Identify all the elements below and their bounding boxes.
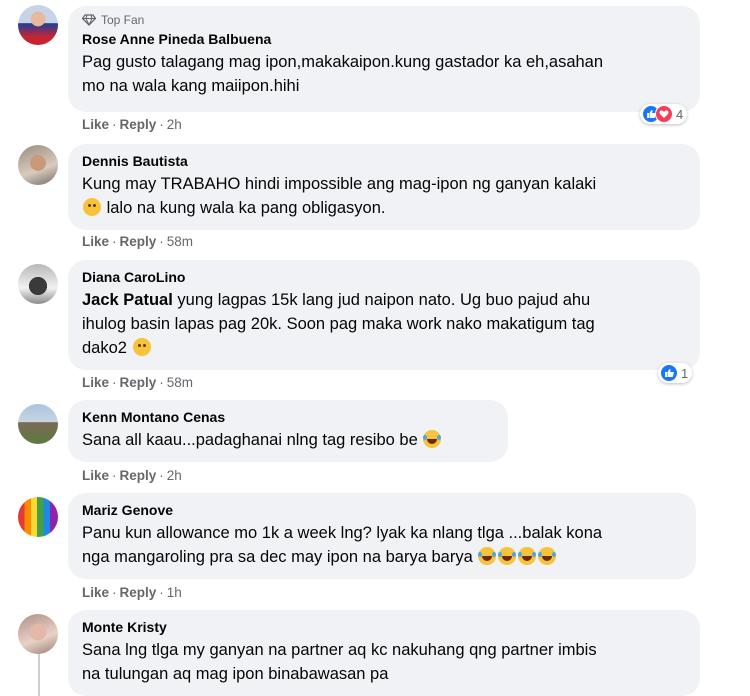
comment-bubble: Kenn Montano Cenas Sana all kaau...padag… (68, 400, 508, 462)
comment-bubble: Top Fan Rose Anne Pineda Balbuena Pag gu… (68, 6, 700, 112)
comment-text: Panu kun allowance mo 1k a week lng? lya… (82, 521, 682, 569)
comment-timestamp[interactable]: 1h (167, 585, 182, 600)
like-button[interactable]: Like (82, 468, 109, 483)
avatar[interactable] (18, 264, 58, 304)
comment-text-line: Sana all kaau...padaghanai nlng tag resi… (82, 428, 494, 452)
reply-button[interactable]: Reply (120, 234, 157, 249)
comment-text-line: dako2 (82, 336, 686, 360)
comment-text: Sana lng tlga my ganyan na partner aq kc… (82, 638, 686, 686)
reply-button[interactable]: Reply (120, 117, 157, 132)
comment-text-line: mo na wala kang maiipon.hihi (82, 77, 300, 95)
comment-bubble: Mariz Genove Panu kun allowance mo 1k a … (68, 493, 696, 579)
like-button[interactable]: Like (82, 375, 109, 390)
comment-text-line: na tulungan aq mag ipon binabawasan pa (82, 665, 389, 683)
comment-text-line: Pag gusto talagang mag ipon,makakaipon.k… (82, 53, 604, 71)
laughing-tears-icon (518, 547, 537, 565)
comment-text: Sana all kaau...padaghanai nlng tag resi… (82, 428, 494, 452)
laughing-tears-icon (538, 547, 557, 565)
separator: · (112, 375, 117, 390)
avatar[interactable] (18, 145, 58, 185)
comment-author[interactable]: Dennis Bautista (82, 152, 686, 170)
comment-bubble: Diana CaroLino Jack Patual yung lagpas 1… (68, 260, 700, 370)
comment-text: Jack Patual yung lagpas 15k lang jud nai… (82, 288, 686, 360)
comment-author[interactable]: Rose Anne Pineda Balbuena (82, 30, 686, 48)
comment-bubble: Monte Kristy Sana lng tlga my ganyan na … (68, 610, 700, 696)
separator: · (159, 585, 164, 600)
comment-text-line: Jack Patual yung lagpas 15k lang jud nai… (82, 288, 686, 312)
laughing-tears-icon (498, 547, 517, 565)
comment-actions: Like · Reply · 58m (82, 234, 193, 249)
reply-button[interactable]: Reply (120, 375, 157, 390)
comment-text-line: Panu kun allowance mo 1k a week lng? lya… (82, 524, 603, 542)
comment-actions: Like · Reply · 2h (82, 117, 182, 132)
love-icon (655, 105, 673, 123)
separator: · (159, 234, 164, 249)
like-button[interactable]: Like (82, 585, 109, 600)
mention-link[interactable]: Jack Patual (82, 291, 173, 309)
comment-text-line: Sana lng tlga my ganyan na partner aq kc… (82, 641, 597, 659)
comment-text: Pag gusto talagang mag ipon,makakaipon.k… (82, 50, 686, 98)
comment-timestamp[interactable]: 2h (167, 117, 182, 132)
comment-text-fragment: Sana all kaau...padaghanai nlng tag resi… (82, 431, 418, 449)
comment-actions: Like · Reply · 2h (82, 468, 182, 483)
comment-author[interactable]: Diana CaroLino (82, 268, 686, 286)
comment-actions: Like · Reply · 1h (82, 585, 182, 600)
comment-text-fragment: dako2 (82, 339, 127, 357)
comment-actions: Like · Reply · 58m (82, 375, 193, 390)
like-button[interactable]: Like (82, 234, 109, 249)
avatar[interactable] (18, 5, 58, 45)
avatar[interactable] (18, 404, 58, 444)
separator: · (112, 585, 117, 600)
laughing-tears-icon (423, 430, 442, 448)
diamond-icon (82, 14, 96, 26)
comment-timestamp[interactable]: 2h (167, 468, 182, 483)
separator: · (112, 234, 117, 249)
comment-timestamp[interactable]: 58m (167, 234, 193, 249)
comment-author[interactable]: Monte Kristy (82, 618, 686, 636)
comment-text-line: nga mangaroling pra sa dec may ipon na b… (82, 545, 682, 569)
laughing-tears-icon (478, 547, 497, 565)
comment-text-fragment: yung lagpas 15k lang jud naipon nato. Ug… (177, 291, 591, 309)
reaction-summary[interactable]: 4 (640, 104, 688, 124)
smiling-face-icon (83, 198, 101, 216)
comment-text-fragment: nga mangaroling pra sa dec may ipon na b… (82, 548, 473, 566)
reaction-count: 4 (676, 106, 684, 122)
reply-button[interactable]: Reply (120, 468, 157, 483)
comment-timestamp[interactable]: 58m (167, 375, 193, 390)
separator: · (159, 117, 164, 132)
reaction-count: 1 (681, 365, 689, 381)
comment-author[interactable]: Mariz Genove (82, 501, 682, 519)
comment-text-line: Kung may TRABAHO hindi impossible ang ma… (82, 175, 597, 193)
reply-button[interactable]: Reply (120, 585, 157, 600)
like-icon (660, 364, 678, 382)
comment-author[interactable]: Kenn Montano Cenas (82, 408, 494, 426)
avatar[interactable] (18, 614, 58, 654)
comment-text: Kung may TRABAHO hindi impossible ang ma… (82, 172, 686, 220)
separator: · (159, 375, 164, 390)
separator: · (112, 468, 117, 483)
separator: · (112, 117, 117, 132)
comment-text-line: ihulog basin lapas pag 20k. Soon pag mak… (82, 315, 595, 333)
comment-text-fragment: lalo na kung wala ka pang obligasyon. (106, 199, 386, 217)
reaction-summary[interactable]: 1 (658, 363, 693, 383)
smiling-face-icon (132, 338, 151, 356)
top-fan-label: Top Fan (101, 13, 145, 27)
top-fan-badge[interactable]: Top Fan (82, 13, 686, 27)
separator: · (159, 468, 164, 483)
comment-text-line: lalo na kung wala ka pang obligasyon. (82, 196, 686, 220)
like-button[interactable]: Like (82, 117, 109, 132)
comment-bubble: Dennis Bautista Kung may TRABAHO hindi i… (68, 144, 700, 230)
avatar[interactable] (18, 497, 58, 537)
